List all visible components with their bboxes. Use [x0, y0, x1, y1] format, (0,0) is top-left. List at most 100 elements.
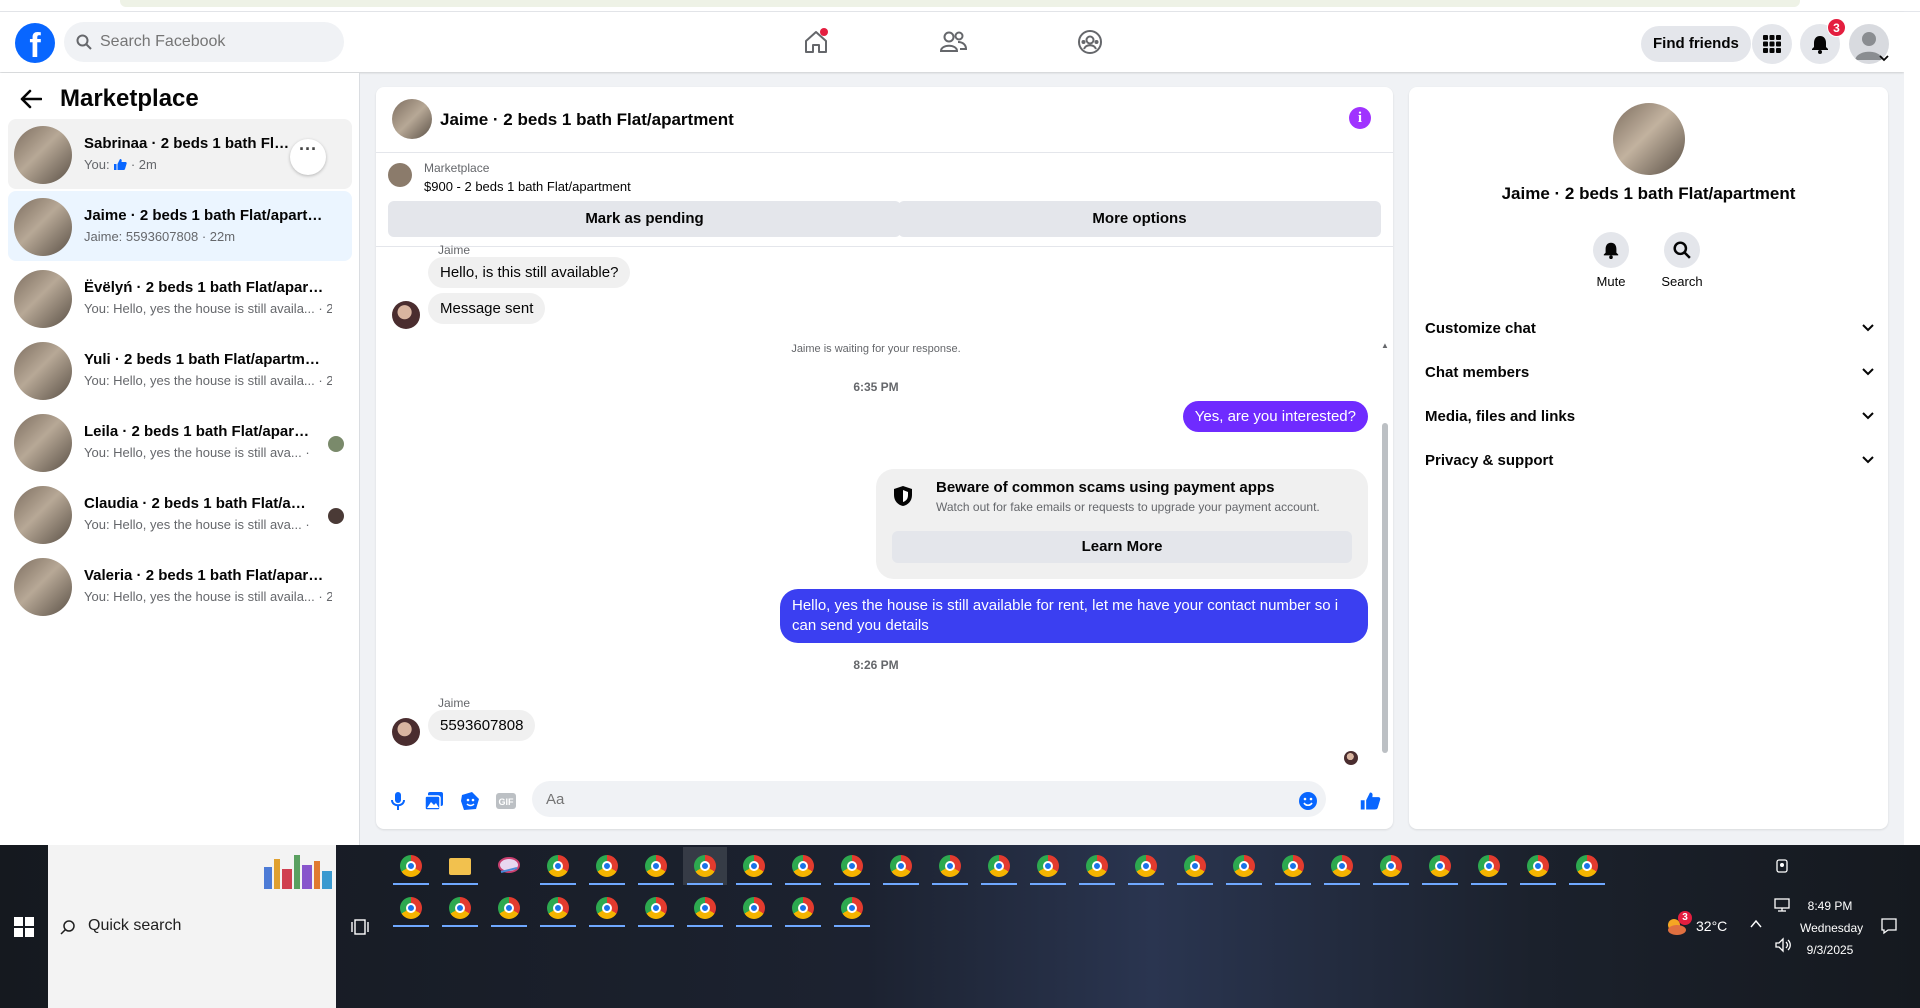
- scrollbar-thumb[interactable]: [1382, 423, 1388, 753]
- outgoing-message[interactable]: Hello, yes the house is still available …: [780, 589, 1368, 643]
- incoming-message[interactable]: 5593607808: [428, 710, 536, 741]
- conversation-item[interactable]: Leila · 2 beds 1 bath Flat/apartment You…: [8, 407, 352, 477]
- network-icon[interactable]: [1774, 897, 1792, 913]
- listing-thumbnail: [14, 126, 72, 184]
- taskbar-chrome-window[interactable]: [1369, 847, 1413, 885]
- taskbar-app[interactable]: [487, 847, 531, 885]
- volume-icon[interactable]: [1774, 937, 1792, 953]
- taskbar-chrome-window[interactable]: [1320, 847, 1364, 885]
- media-files-links-section[interactable]: Media, files and links: [1425, 394, 1875, 438]
- conversation-more-button[interactable]: ···: [290, 139, 326, 175]
- notification-center-icon[interactable]: [1880, 917, 1898, 935]
- gif-button[interactable]: GIF: [494, 789, 518, 813]
- conversation-preview: You: Hello, yes the house is still ava..…: [84, 445, 312, 460]
- taskbar-chrome-window[interactable]: [1418, 847, 1462, 885]
- outgoing-message[interactable]: Yes, are you interested?: [1182, 401, 1368, 432]
- conversation-item[interactable]: Claudia · 2 beds 1 bath Flat/apartment Y…: [8, 479, 352, 549]
- taskbar-chrome-window[interactable]: [585, 847, 629, 885]
- sticker-button[interactable]: [458, 789, 482, 813]
- taskbar-chrome-window[interactable]: [928, 847, 972, 885]
- taskbar-chrome-window[interactable]: [683, 889, 727, 927]
- chat-avatar[interactable]: [392, 99, 432, 139]
- taskbar-chrome-window[interactable]: [389, 847, 433, 885]
- taskbar-chrome-window-active[interactable]: [683, 847, 727, 885]
- thread-scrollbar[interactable]: ▲ ▼: [1381, 255, 1389, 760]
- scroll-up-arrow-icon[interactable]: ▲: [1381, 341, 1389, 350]
- attach-photo-button[interactable]: [422, 789, 446, 813]
- conversation-item[interactable]: Yuli · 2 beds 1 bath Flat/apartment You:…: [8, 335, 352, 405]
- conversation-item[interactable]: Sabrinaa · 2 beds 1 bath Flat/apartment …: [8, 119, 352, 189]
- taskbar-chrome-window[interactable]: [879, 847, 923, 885]
- weather-widget[interactable]: 3: [1664, 911, 1692, 937]
- conversation-item[interactable]: Valeria · 2 beds 1 bath Flat/apartment Y…: [8, 551, 352, 621]
- groups-nav[interactable]: [1070, 22, 1110, 62]
- find-friends-button[interactable]: Find friends: [1641, 26, 1751, 62]
- taskbar-chrome-window[interactable]: [830, 847, 874, 885]
- conversation-name: Sabrinaa · 2 beds 1 bath Flat/apartment: [84, 135, 296, 152]
- taskbar-chrome-window[interactable]: [1124, 847, 1168, 885]
- info-icon[interactable]: i: [1349, 107, 1371, 129]
- temperature[interactable]: 32°C: [1696, 918, 1727, 934]
- taskbar-chrome-window[interactable]: [1222, 847, 1266, 885]
- meet-now-icon[interactable]: [1774, 858, 1790, 874]
- customize-chat-section[interactable]: Customize chat: [1425, 306, 1875, 350]
- taskbar-chrome-window[interactable]: [536, 889, 580, 927]
- notifications-button[interactable]: 3: [1800, 18, 1846, 64]
- taskbar-chrome-window[interactable]: [1467, 847, 1511, 885]
- quick-search-box[interactable]: Quick search: [48, 845, 336, 1008]
- like-send-button[interactable]: [1358, 789, 1382, 813]
- taskbar-chrome-window[interactable]: [732, 889, 776, 927]
- task-view-icon[interactable]: [350, 917, 370, 937]
- back-arrow-icon[interactable]: [20, 89, 42, 109]
- taskbar-chrome-window[interactable]: [487, 889, 531, 927]
- page-scrollbar[interactable]: [1904, 12, 1920, 845]
- system-message[interactable]: Message sent: [428, 293, 546, 324]
- listing-thumbnail: [14, 414, 72, 472]
- taskbar-chrome-window[interactable]: [536, 847, 580, 885]
- taskbar-chrome-window[interactable]: [438, 889, 482, 927]
- facebook-logo-icon[interactable]: f: [15, 23, 55, 63]
- menu-button[interactable]: [1752, 24, 1792, 64]
- search-in-conversation-button[interactable]: Search: [1647, 232, 1717, 289]
- home-nav[interactable]: [796, 22, 836, 62]
- taskbar-chrome-window[interactable]: [585, 889, 629, 927]
- taskbar-chrome-window[interactable]: [830, 889, 874, 927]
- chevron-down-icon: [1862, 368, 1874, 376]
- incoming-message[interactable]: Hello, is this still available?: [428, 257, 631, 288]
- taskbar-chrome-window[interactable]: [1173, 847, 1217, 885]
- taskbar-chrome-window[interactable]: [781, 847, 825, 885]
- emoji-button[interactable]: [1296, 789, 1320, 813]
- listing-avatar-large[interactable]: [1613, 103, 1685, 175]
- taskbar-chrome-window[interactable]: [732, 847, 776, 885]
- chat-title[interactable]: Jaime · 2 beds 1 bath Flat/apartment: [440, 110, 734, 130]
- taskbar-chrome-window[interactable]: [1075, 847, 1119, 885]
- learn-more-button[interactable]: Learn More: [892, 531, 1352, 563]
- taskbar-chrome-window[interactable]: [977, 847, 1021, 885]
- conversation-item[interactable]: Jaime · 2 beds 1 bath Flat/apartment Jai…: [8, 191, 352, 261]
- more-options-button[interactable]: More options: [898, 201, 1381, 237]
- chat-members-section[interactable]: Chat members: [1425, 350, 1875, 394]
- taskbar-chrome-window[interactable]: [389, 889, 433, 927]
- mark-as-pending-button[interactable]: Mark as pending: [388, 201, 901, 237]
- taskbar-chrome-window[interactable]: [1516, 847, 1560, 885]
- taskbar-chrome-window[interactable]: [1026, 847, 1070, 885]
- taskbar-chrome-window[interactable]: [634, 889, 678, 927]
- taskbar-chrome-window[interactable]: [781, 889, 825, 927]
- chevron-up-icon[interactable]: [1750, 919, 1762, 929]
- windows-start-icon[interactable]: [14, 917, 34, 937]
- friends-nav[interactable]: [933, 22, 973, 62]
- privacy-support-section[interactable]: Privacy & support: [1425, 438, 1875, 482]
- listing-description[interactable]: $900 - 2 beds 1 bath Flat/apartment: [424, 179, 631, 194]
- taskbar-chrome-window[interactable]: [1271, 847, 1315, 885]
- search-input[interactable]: [100, 33, 320, 51]
- taskbar-chrome-window[interactable]: [1565, 847, 1609, 885]
- mute-button[interactable]: Mute: [1576, 232, 1646, 289]
- search-box[interactable]: [64, 22, 344, 62]
- taskbar-file-explorer[interactable]: [438, 847, 482, 885]
- taskbar-chrome-window[interactable]: [634, 847, 678, 885]
- message-input[interactable]: [532, 781, 1326, 817]
- conversation-item[interactable]: Ëvëlyń · 2 beds 1 bath Flat/apartment Yo…: [8, 263, 352, 333]
- clock[interactable]: 8:49 PM Wednesday 9/3/2025: [1800, 895, 1863, 961]
- account-chevron-down-icon[interactable]: [1879, 53, 1889, 63]
- voice-clip-button[interactable]: [386, 789, 410, 813]
